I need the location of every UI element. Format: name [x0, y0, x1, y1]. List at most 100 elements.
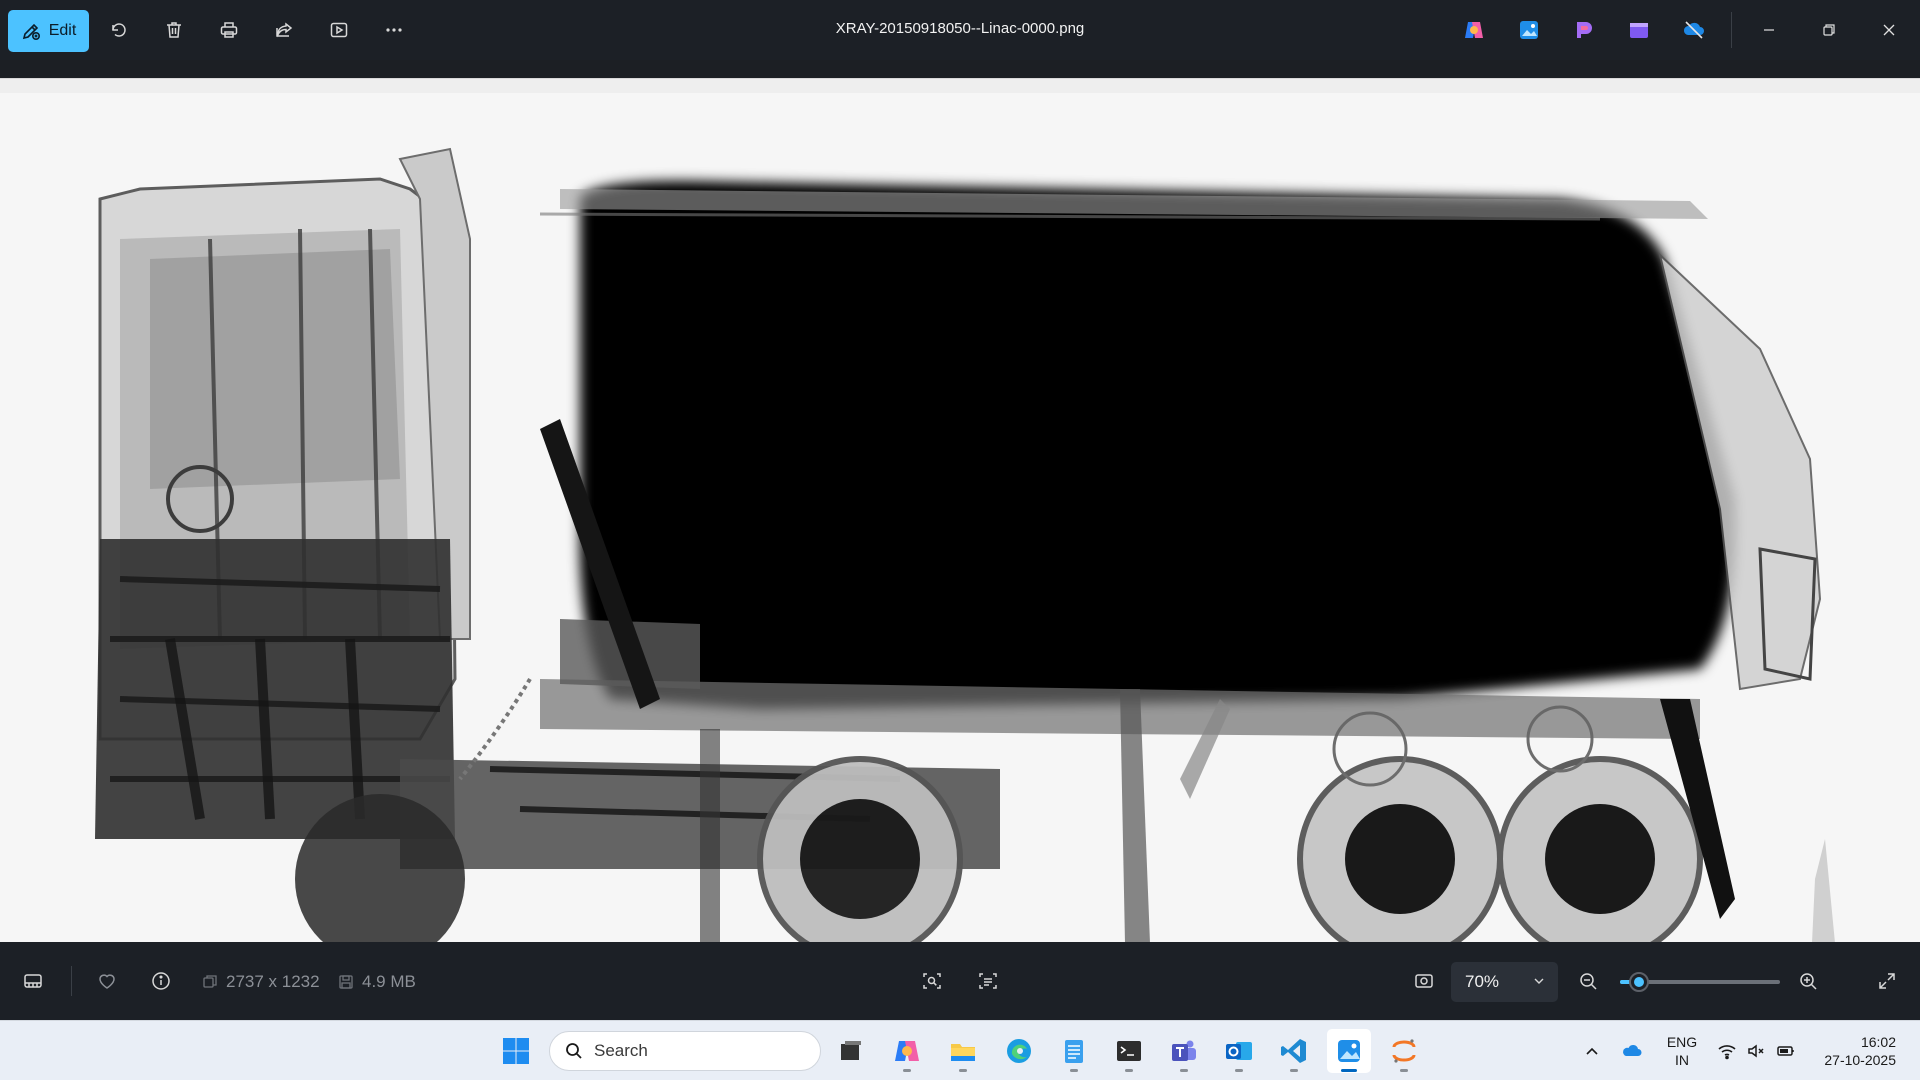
wifi-icon: [1718, 1045, 1736, 1060]
photos-app-icon: [1338, 1040, 1360, 1062]
battery-icon: [1777, 1046, 1794, 1056]
language-code: ENG: [1666, 1034, 1698, 1050]
clock-date: 27-10-2025: [1824, 1052, 1896, 1068]
taskbar-edge[interactable]: [997, 1029, 1041, 1073]
battery-button[interactable]: [1775, 1040, 1797, 1062]
running-indicator: [1125, 1069, 1133, 1072]
zoom-in-button[interactable]: [1795, 968, 1821, 994]
taskbar-file-explorer[interactable]: [941, 1029, 985, 1073]
clipchamp-icon: [1630, 23, 1648, 38]
terminal-icon: [1117, 1041, 1141, 1061]
rotate-button[interactable]: [103, 14, 135, 46]
onedrive-status-button[interactable]: [1680, 16, 1708, 44]
taskbar-outlook[interactable]: [1217, 1029, 1261, 1073]
zoom-slider[interactable]: [1620, 972, 1780, 992]
restore-icon: [1823, 24, 1835, 36]
zoom-level-dropdown[interactable]: 70%: [1451, 962, 1558, 1002]
command-bar: Edit XRAY-20150918050--Linac-0000.png: [0, 0, 1920, 60]
onedrive-icon: [1623, 1044, 1642, 1056]
slideshow-button[interactable]: [323, 14, 355, 46]
rotate-icon: [112, 23, 126, 37]
taskbar-copilot[interactable]: [885, 1029, 929, 1073]
print-icon: [220, 22, 238, 38]
file-size-text: 4.9 MB: [362, 972, 416, 991]
print-button[interactable]: [213, 14, 245, 46]
minimize-icon: [1764, 29, 1774, 31]
zoom-slider-thumb[interactable]: [1629, 972, 1649, 992]
delete-icon: [167, 22, 181, 38]
status-bar: 2737 x 1232 4.9 MB 70%: [0, 942, 1920, 1020]
taskbar-photos[interactable]: [1327, 1029, 1371, 1073]
search-icon: [566, 1043, 582, 1059]
info-icon: [152, 972, 170, 990]
close-icon: [1883, 24, 1895, 36]
title-separator: [1731, 12, 1732, 48]
scan-text-button[interactable]: [975, 968, 1001, 994]
chevron-up-icon: [1586, 1047, 1598, 1055]
running-indicator: [1290, 1069, 1298, 1072]
close-button[interactable]: [1866, 10, 1912, 50]
file-info-button[interactable]: [148, 968, 174, 994]
fit-to-window-button[interactable]: [1411, 968, 1437, 994]
paint-app-button[interactable]: [1570, 16, 1598, 44]
running-indicator: [959, 1069, 967, 1072]
restore-button[interactable]: [1806, 10, 1852, 50]
clock-time: 16:02: [1860, 1034, 1896, 1050]
running-indicator: [1180, 1069, 1188, 1072]
fit-screen-icon: [1415, 974, 1433, 988]
dimensions-text: 2737 x 1232: [226, 972, 320, 991]
xray-truck-image: [0, 79, 1920, 942]
windows-start-icon: [503, 1038, 529, 1064]
filmstrip-toggle-button[interactable]: [20, 968, 46, 994]
taskbar-notepad[interactable]: [1052, 1029, 1096, 1073]
delete-button[interactable]: [158, 14, 190, 46]
image-dimensions: 2737 x 1232: [202, 972, 320, 992]
onedrive-tray-button[interactable]: [1621, 1040, 1643, 1062]
teams-icon: [1172, 1040, 1196, 1061]
visual-search-button[interactable]: [919, 968, 945, 994]
zoom-out-button[interactable]: [1575, 968, 1601, 994]
taskbar-teams[interactable]: [1162, 1029, 1206, 1073]
running-indicator: [1400, 1069, 1408, 1072]
task-view-button[interactable]: [829, 1029, 873, 1073]
resolution-icon: [203, 975, 217, 988]
language-region: IN: [1675, 1052, 1689, 1068]
taskbar-terminal[interactable]: [1107, 1029, 1151, 1073]
running-indicator: [1070, 1069, 1078, 1072]
system-clock[interactable]: 16:02 27-10-2025: [1812, 1033, 1896, 1069]
photos-app-button[interactable]: [1515, 16, 1543, 44]
active-indicator: [1341, 1069, 1357, 1072]
image-canvas[interactable]: [0, 78, 1920, 942]
minimize-button[interactable]: [1746, 10, 1792, 50]
slideshow-icon: [330, 22, 348, 38]
zoom-out-icon: [1580, 973, 1597, 990]
share-button[interactable]: [268, 14, 300, 46]
edit-button-label: Edit: [48, 22, 77, 39]
volume-button[interactable]: [1745, 1040, 1767, 1062]
start-button[interactable]: [494, 1029, 538, 1073]
running-indicator: [1235, 1069, 1243, 1072]
share-icon: [276, 22, 293, 38]
jupyter-icon: [1392, 1039, 1416, 1063]
disk-icon: [339, 975, 353, 989]
network-button[interactable]: [1716, 1040, 1738, 1062]
input-language-indicator[interactable]: ENG IN: [1662, 1033, 1702, 1069]
clipchamp-button[interactable]: [1625, 16, 1653, 44]
taskbar: Search ENG IN 16:02 27-10-2025: [0, 1020, 1920, 1080]
more-options-button[interactable]: [378, 14, 410, 46]
edit-button[interactable]: Edit: [8, 10, 89, 52]
edge-icon: [1007, 1039, 1031, 1063]
expand-icon: [1879, 973, 1895, 989]
speaker-muted-icon: [1748, 1044, 1764, 1058]
copilot-button[interactable]: [1460, 16, 1488, 44]
edit-pencil-icon: [22, 23, 40, 41]
filmstrip-icon: [24, 974, 42, 988]
favorite-button[interactable]: [94, 968, 120, 994]
vscode-icon: [1281, 1039, 1306, 1063]
search-placeholder: Search: [594, 1041, 648, 1060]
show-hidden-icons-button[interactable]: [1581, 1040, 1603, 1062]
taskbar-vscode[interactable]: [1272, 1029, 1316, 1073]
taskbar-search-box[interactable]: Search: [549, 1031, 821, 1071]
fullscreen-button[interactable]: [1874, 968, 1900, 994]
taskbar-jupyter[interactable]: [1382, 1029, 1426, 1073]
